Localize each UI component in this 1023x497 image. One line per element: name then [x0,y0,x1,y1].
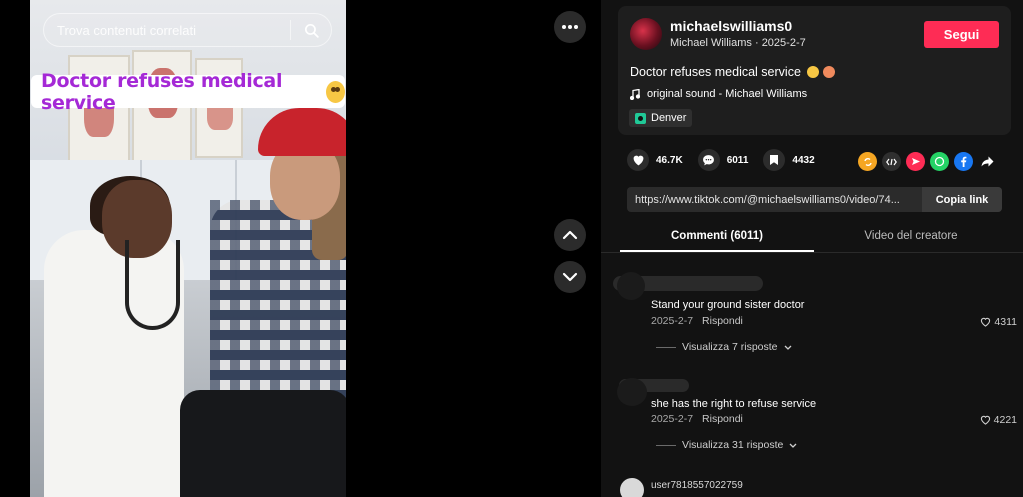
save-count: 4432 [792,154,815,166]
author-separator: · [751,37,762,49]
comment-username[interactable]: user7818557022759 [651,480,743,491]
comment-date: 2025-2-7 [651,413,694,425]
previous-video-button[interactable] [554,219,586,251]
tabs-divider [601,252,1023,253]
related-search-input[interactable] [44,22,290,38]
share-arrow-icon[interactable] [978,152,997,171]
location-pin-icon [635,112,646,124]
location-tag[interactable]: Denver [629,109,693,127]
comment-bubble-icon [703,155,715,166]
comment-avatar[interactable] [620,478,644,497]
video-link-bar: https://www.tiktok.com/@michaelswilliams… [627,187,1002,212]
details-panel: michaelswilliams0 Michael Williams · 202… [601,0,1023,497]
heart-outline-icon [980,415,990,425]
search-button[interactable] [291,13,331,47]
comment-avatar[interactable] [617,378,647,406]
flushed-face-icon [806,66,819,78]
comment-text: Stand your ground sister doctor [651,299,805,311]
view-replies-label: Visualizza 7 risposte [682,341,778,353]
music-note-icon [630,88,640,100]
engagement-bar: 46.7K 6011 4432 [627,149,830,171]
sound-link[interactable]: original sound - Michael Williams [630,88,807,100]
view-replies-button[interactable]: Visualizza 7 risposte [656,341,792,353]
facebook-icon[interactable] [954,152,973,171]
comment-like-count: 4221 [993,414,1017,426]
author-username[interactable]: michaelswilliams0 [670,18,792,34]
tab-comments[interactable]: Commenti (6011) [620,224,814,252]
chevron-up-icon [562,230,578,240]
author-info-card: michaelswilliams0 Michael Williams · 202… [618,6,1011,135]
bookmark-icon [770,155,779,165]
panel-tabs: Commenti (6011) Video del creatore [620,224,1020,252]
heart-icon [633,155,643,166]
screaming-face-icon [822,66,835,78]
post-description: Doctor refuses medical service [630,65,835,79]
chevron-down-icon [789,443,797,448]
sound-name: original sound - Michael Williams [647,88,808,100]
author-display-name: Michael Williams [670,37,752,49]
comment-text: she has the right to refuse service [651,398,817,410]
whatsapp-icon[interactable] [930,152,949,171]
post-date: 2025-2-7 [761,37,806,49]
related-search-bar[interactable] [43,13,332,47]
copy-link-button[interactable]: Copia link [922,187,1002,212]
like-button[interactable]: 46.7K [627,149,683,171]
send-to-friends-icon[interactable] [906,152,925,171]
location-name: Denver [651,112,687,124]
comment-like-button[interactable]: 4221 [980,414,1017,426]
video-caption-text: Doctor refuses medical service [41,69,283,114]
like-count: 46.7K [656,154,683,166]
comment-count: 6011 [726,154,749,166]
flushed-face-icon [326,80,345,103]
tiktok-video-page: Doctor refuses medical service michaelsw… [0,0,1023,497]
view-replies-button[interactable]: Visualizza 31 risposte [656,439,797,451]
heart-outline-icon [981,317,991,327]
reply-link[interactable]: Rispondi [702,315,743,327]
author-subline: Michael Williams · 2025-2-7 [670,37,806,49]
view-replies-label: Visualizza 31 risposte [682,439,784,451]
comment-meta: 2025-2-7 Rispondi [651,315,743,327]
comment-avatar[interactable] [617,272,645,300]
tab-creator-videos[interactable]: Video del creatore [814,224,1008,252]
share-options [858,152,997,171]
embed-code-icon[interactable] [882,152,901,171]
follow-button[interactable]: Segui [924,21,999,48]
video-link-url[interactable]: https://www.tiktok.com/@michaelswilliams… [627,194,922,206]
search-icon [304,23,319,38]
video-area: Doctor refuses medical service [0,0,601,497]
save-button[interactable]: 4432 [763,149,815,171]
repost-icon[interactable] [858,152,877,171]
reply-link[interactable]: Rispondi [702,413,743,425]
chevron-down-icon [784,345,791,350]
video-caption-overlay: Doctor refuses medical service [31,70,345,114]
chevron-down-icon [562,272,578,282]
comment-like-count: 4311 [994,316,1017,328]
more-options-button[interactable] [554,11,586,43]
comment-date: 2025-2-7 [651,315,694,327]
comment-meta: 2025-2-7 Rispondi [651,413,743,425]
comment-button[interactable]: 6011 [697,149,749,171]
more-dots-icon [562,25,578,29]
comment-like-button[interactable]: 4311 [980,316,1017,328]
next-video-button[interactable] [554,261,586,293]
author-avatar[interactable] [630,18,662,50]
post-description-text: Doctor refuses medical service [630,65,801,79]
